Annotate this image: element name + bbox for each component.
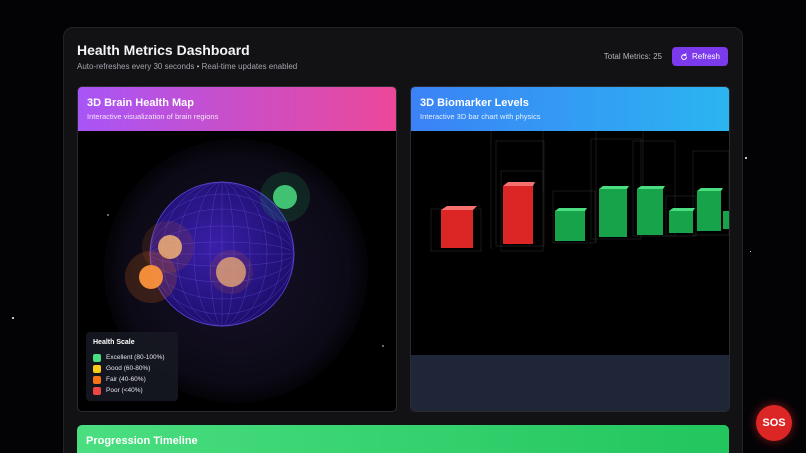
refresh-icon — [681, 52, 687, 60]
brain-health-card: 3D Brain Health Map Interactive visualiz… — [77, 86, 397, 412]
biomarker-card-title: 3D Biomarker Levels — [420, 97, 529, 109]
legend-swatch — [93, 353, 101, 362]
refresh-button[interactable]: Refresh — [672, 47, 728, 66]
total-metrics-count: Total Metrics: 25 — [603, 52, 662, 61]
legend-label: Poor (<40%) — [106, 387, 143, 394]
green-bar[interactable] — [637, 186, 665, 235]
dashboard-panel: Health Metrics Dashboard Auto-refreshes … — [63, 27, 743, 453]
legend-item-good: Good (60-80%) — [93, 363, 171, 374]
star — [107, 214, 109, 216]
green-bar[interactable] — [599, 186, 629, 237]
refresh-label: Refresh — [691, 52, 720, 61]
brain-card-subtitle: Interactive visualization of brain regio… — [87, 112, 219, 121]
legend-label: Good (60-80%) — [106, 365, 151, 372]
timeline-title: Progression Timeline — [86, 435, 198, 447]
legend-item-excellent: Excellent (80-100%) — [93, 352, 171, 363]
biomarker-card-footer — [411, 355, 729, 411]
star — [382, 345, 384, 347]
legend-swatch — [93, 375, 101, 384]
brain-3d-viewport[interactable]: Health Scale Excellent (80-100%) Good (6… — [78, 131, 396, 411]
brain-card-header: 3D Brain Health Map Interactive visualiz… — [78, 87, 396, 131]
legend-label: Fair (40-60%) — [106, 376, 146, 383]
brain-card-title: 3D Brain Health Map — [87, 97, 194, 109]
red-bar[interactable] — [441, 206, 477, 248]
brain-region-node[interactable] — [139, 265, 163, 289]
sos-button[interactable]: SOS — [756, 405, 792, 441]
biomarker-card-subtitle: Interactive 3D bar chart with physics — [420, 112, 541, 121]
legend-swatch — [93, 386, 101, 395]
legend-title: Health Scale — [93, 339, 135, 346]
brain-region-node[interactable] — [216, 257, 246, 287]
green-bar[interactable] — [697, 188, 723, 231]
legend-item-fair: Fair (40-60%) — [93, 374, 171, 385]
biomarker-card-header: 3D Biomarker Levels Interactive 3D bar c… — [411, 87, 729, 131]
brain-region-node[interactable] — [273, 185, 297, 209]
legend-swatch — [93, 364, 101, 373]
biomarker-3d-scene — [430, 131, 729, 252]
page-title: Health Metrics Dashboard — [77, 42, 250, 58]
green-bar[interactable] — [555, 208, 587, 241]
star — [12, 317, 14, 319]
health-scale-legend: Health Scale Excellent (80-100%) Good (6… — [86, 332, 178, 401]
progression-timeline-card: Progression Timeline — [77, 425, 729, 453]
legend-label: Excellent (80-100%) — [106, 354, 165, 361]
biomarker-card: 3D Biomarker Levels Interactive 3D bar c… — [410, 86, 730, 412]
page-subtitle: Auto-refreshes every 30 seconds • Real-t… — [77, 62, 298, 71]
star — [750, 251, 751, 252]
green-bar[interactable] — [723, 211, 729, 229]
legend-item-poor: Poor (<40%) — [93, 385, 171, 396]
biomarker-3d-viewport[interactable] — [411, 131, 729, 355]
green-bar[interactable] — [669, 208, 695, 233]
red-bar[interactable] — [503, 182, 535, 244]
star — [745, 157, 747, 159]
